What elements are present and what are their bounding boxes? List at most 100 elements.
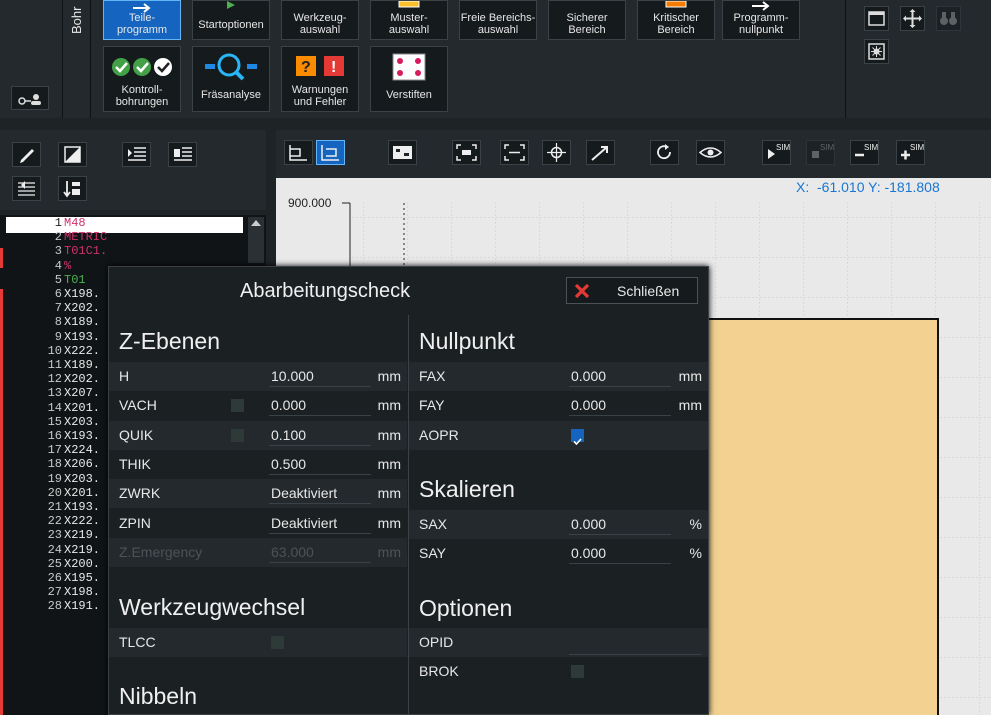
zoom-fit-button[interactable] xyxy=(452,140,481,165)
scrollbar[interactable] xyxy=(248,217,264,263)
code-line[interactable]: 10 X222. xyxy=(6,344,100,359)
key-user-button[interactable] xyxy=(11,86,49,110)
play-icon xyxy=(227,1,235,9)
free-area-selection-button[interactable]: Freie Bereichs-auswahl xyxy=(459,0,537,40)
code-line[interactable]: 15 X203. xyxy=(6,415,100,430)
code-line[interactable]: 27 X198. xyxy=(6,585,100,600)
code-line[interactable]: 3 T01C1. xyxy=(6,245,107,259)
block-list-button[interactable] xyxy=(168,142,197,167)
code-line[interactable]: 13 X207. xyxy=(6,387,100,401)
value-field[interactable]: 0.500 xyxy=(269,454,371,475)
value-field[interactable]: 0.000 xyxy=(269,395,371,417)
value-field[interactable]: 0.000 xyxy=(569,514,671,535)
program-zero-button[interactable]: Programm-nullpunkt xyxy=(722,0,800,40)
value-field[interactable]: 10.000 xyxy=(269,366,371,387)
code-line[interactable]: 18 X206. xyxy=(6,458,100,472)
sim-stop-button[interactable]: SIM xyxy=(806,140,835,165)
part-program-button[interactable]: Teile-programm xyxy=(103,0,181,40)
field-label: FAX xyxy=(419,368,446,384)
critical-area-button[interactable]: Kritischer Bereich xyxy=(637,0,715,40)
code-line[interactable]: 6 X198. xyxy=(6,287,101,302)
visibility-button[interactable] xyxy=(696,140,725,165)
code-line[interactable]: 28 X191. xyxy=(6,600,100,614)
value-field[interactable]: Deaktiviert xyxy=(269,513,371,534)
line-text: X224. xyxy=(64,443,101,458)
control-holes-button[interactable]: Kontroll-bohrungen xyxy=(103,46,181,112)
edit-button[interactable] xyxy=(12,142,41,167)
check-circles-icon xyxy=(112,58,172,76)
ribbon-group-label: Bohr xyxy=(69,6,84,34)
safe-area-button[interactable]: Sicherer Bereich xyxy=(548,0,626,40)
option-checkbox[interactable] xyxy=(231,399,244,413)
half-fill-button[interactable] xyxy=(58,142,87,167)
code-line[interactable]: 1 M48 xyxy=(6,216,86,231)
line-text: X203. xyxy=(64,471,101,486)
crosshair-button[interactable] xyxy=(542,140,571,165)
aopr-checkbox[interactable] xyxy=(571,428,584,445)
value-field[interactable]: 0.000 xyxy=(569,543,671,565)
code-line[interactable]: 5 T01 xyxy=(6,273,86,288)
tlcc-checkbox[interactable] xyxy=(271,636,284,649)
start-options-button[interactable]: Startoptionen xyxy=(192,0,270,40)
code-line[interactable]: 9 X193. xyxy=(6,330,100,345)
value-field[interactable]: 63.000 xyxy=(269,542,371,563)
close-button[interactable]: Schließen xyxy=(566,277,698,304)
minus-icon: SIM xyxy=(855,143,879,157)
value-field[interactable]: 0.100 xyxy=(269,425,371,446)
code-line[interactable]: 16 X193. xyxy=(6,429,100,444)
code-line[interactable]: 7 X202. xyxy=(6,301,100,316)
brok-checkbox[interactable] xyxy=(571,665,584,678)
binoculars-button[interactable] xyxy=(936,6,961,31)
window-button[interactable] xyxy=(864,6,889,31)
code-line[interactable]: 23 X219. xyxy=(6,529,100,543)
code-line[interactable]: 24 X219. xyxy=(6,543,100,558)
view-origin-active-button[interactable] xyxy=(316,140,345,165)
value-field[interactable]: 0.000 xyxy=(569,366,671,387)
value-field[interactable]: 0.000 xyxy=(569,395,671,417)
rotate-button[interactable] xyxy=(650,140,679,165)
value-field[interactable]: Deaktiviert xyxy=(269,483,371,505)
sim-faster-button[interactable]: SIM xyxy=(896,140,925,165)
line-number: 22 xyxy=(47,514,62,529)
code-line[interactable]: 22 X222. xyxy=(6,514,100,529)
unit-label: mm xyxy=(377,397,401,414)
rotate-icon xyxy=(657,144,671,160)
option-checkbox[interactable] xyxy=(231,428,244,442)
milling-analysis-button[interactable]: Fräsanalyse xyxy=(192,46,270,112)
zoom-extents-button[interactable] xyxy=(500,140,529,165)
line-number: 20 xyxy=(47,485,62,500)
separator xyxy=(62,0,63,118)
measure-button[interactable] xyxy=(586,140,615,165)
code-line[interactable]: 12 X202. xyxy=(6,372,100,387)
settings-button[interactable] xyxy=(864,39,889,64)
indent-list-button[interactable] xyxy=(122,142,151,167)
code-line[interactable]: 17 X224. xyxy=(6,443,101,458)
code-line[interactable]: 26 X195. xyxy=(6,571,100,586)
code-line[interactable]: 19 X203. xyxy=(6,471,101,487)
code-line[interactable]: 21 X193. xyxy=(6,500,100,515)
line-text: X198. xyxy=(64,287,101,301)
code-line[interactable]: 2 METRIC xyxy=(6,230,107,245)
pinning-button[interactable]: Verstiften xyxy=(370,46,448,112)
z-row: VACH 0.000 mm xyxy=(109,391,407,420)
view-origin-button[interactable] xyxy=(284,140,313,165)
code-line[interactable]: 4% xyxy=(6,259,71,274)
separator xyxy=(845,0,846,118)
pattern-selection-button[interactable]: Muster-auswahl xyxy=(370,0,448,40)
opid-field[interactable] xyxy=(569,634,701,655)
code-line[interactable]: 8 X189. xyxy=(6,316,100,330)
sort-button[interactable] xyxy=(58,176,87,201)
unit-label: mm xyxy=(377,514,401,531)
code-line[interactable]: 20 X201. xyxy=(6,485,100,501)
tool-selection-button[interactable]: Werkzeug-auswahl xyxy=(281,0,359,40)
code-line[interactable]: 25 X200. xyxy=(6,557,100,572)
line-number: 13 xyxy=(47,386,62,401)
code-line[interactable]: 14 X201. xyxy=(6,401,100,416)
sim-play-button[interactable]: SIM xyxy=(762,140,791,165)
sheet-view-button[interactable] xyxy=(388,140,417,165)
move-button[interactable] xyxy=(900,6,925,31)
code-line[interactable]: 11 X189. xyxy=(6,358,100,373)
insert-list-button[interactable] xyxy=(12,176,41,201)
sim-slower-button[interactable]: SIM xyxy=(850,140,879,165)
warnings-errors-button[interactable]: ? ! Warnungen und Fehler xyxy=(281,46,359,112)
